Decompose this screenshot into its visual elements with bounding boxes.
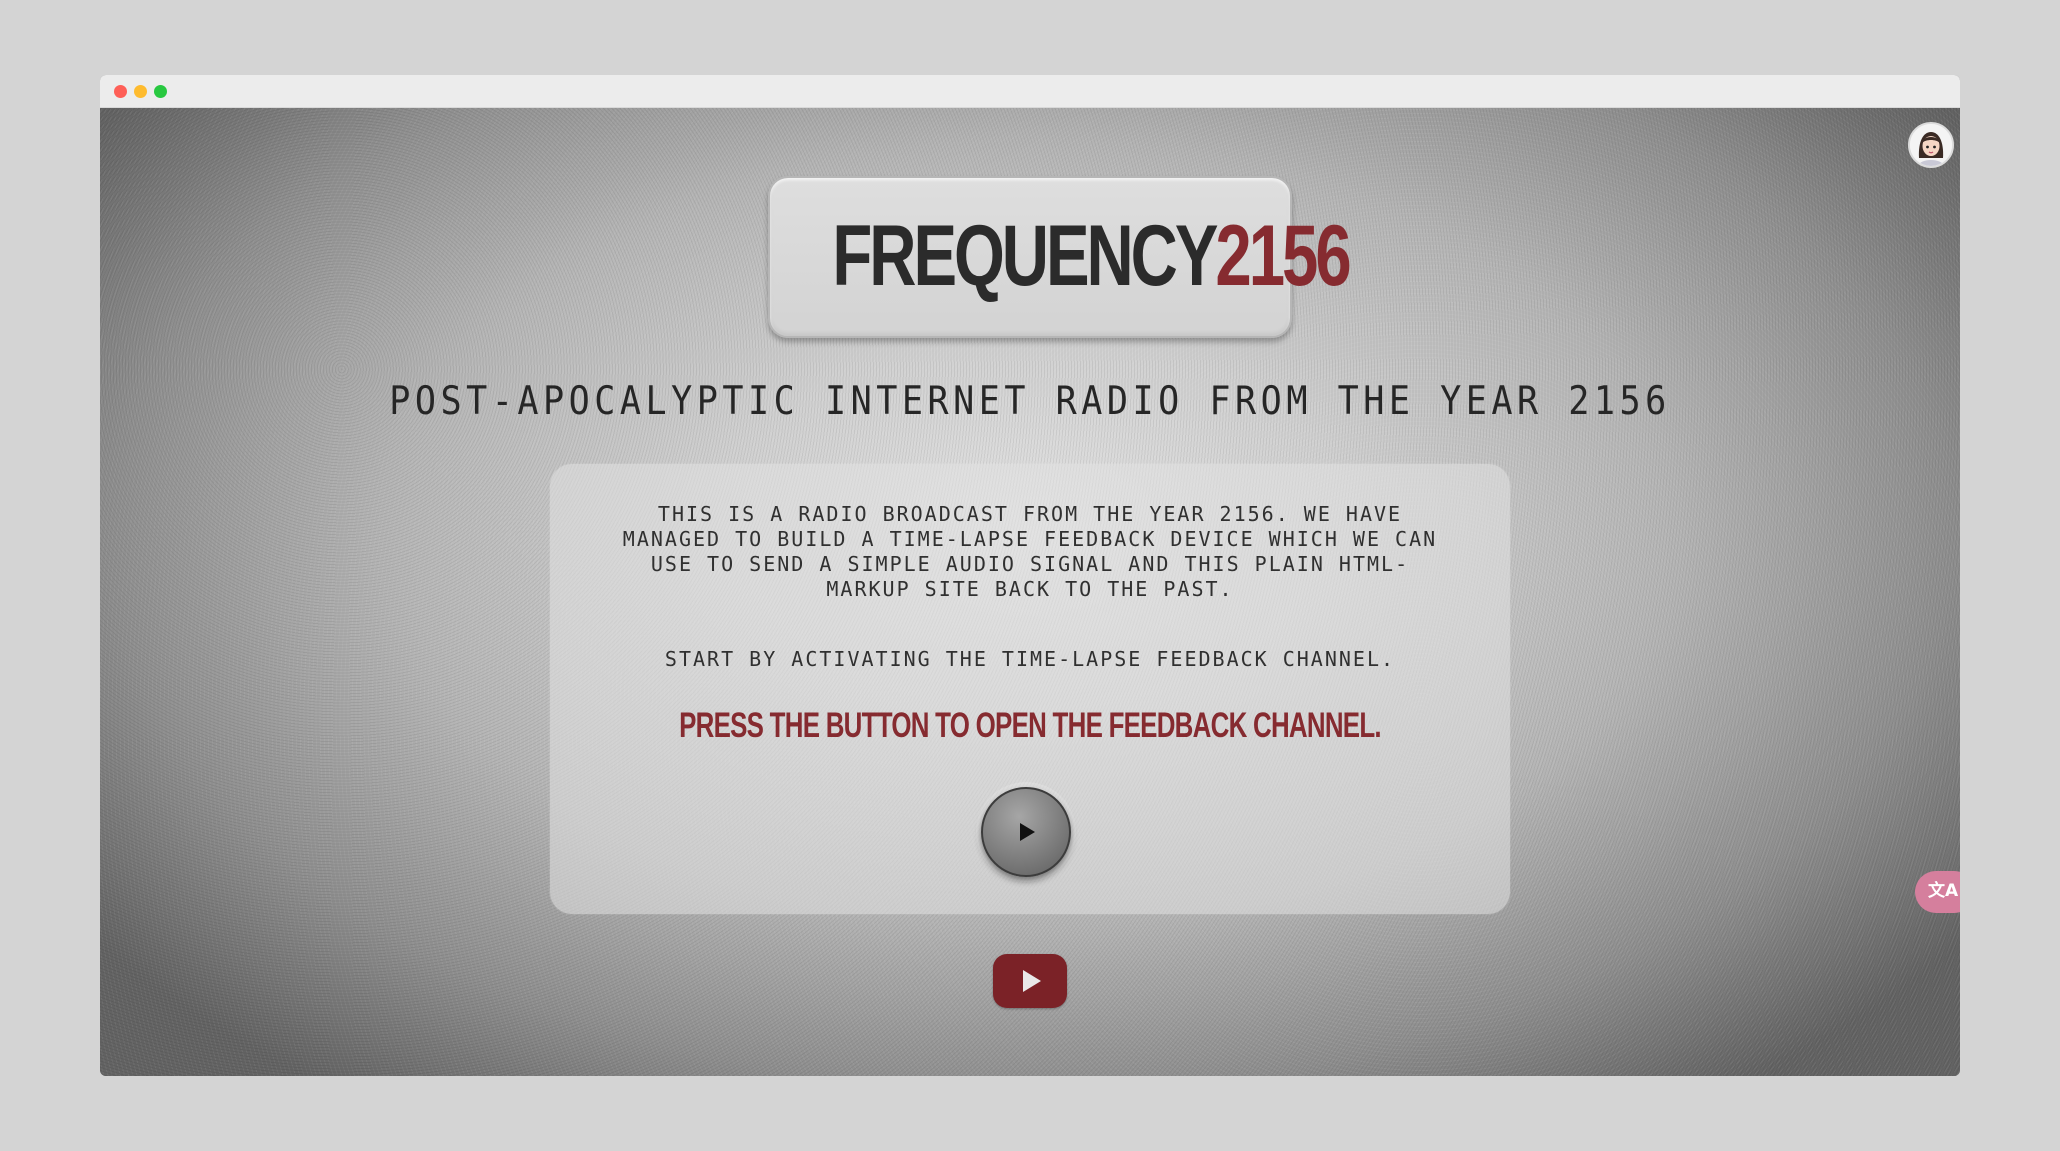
site-logo: FREQUENCY2156 (768, 176, 1352, 338)
logo-word: FREQUENCY (832, 208, 1218, 304)
avatar[interactable] (1908, 122, 1954, 168)
maximize-window-button[interactable] (154, 85, 167, 98)
minimize-window-button[interactable] (134, 85, 147, 98)
intro-text: THIS IS A RADIO BROADCAST FROM THE YEAR … (622, 502, 1438, 601)
avatar-icon (1910, 124, 1952, 166)
page-viewport: FREQUENCY2156 POST-APOCALYPTIC INTERNET … (100, 108, 1960, 1076)
start-instruction: START BY ACTIVATING THE TIME-LAPSE FEEDB… (664, 647, 1396, 671)
youtube-icon (1023, 970, 1041, 992)
logo-text: FREQUENCY2156 (832, 206, 1351, 306)
close-window-button[interactable] (114, 85, 127, 98)
play-icon (1020, 823, 1035, 841)
browser-window: FREQUENCY2156 POST-APOCALYPTIC INTERNET … (100, 75, 1960, 1076)
page-subtitle: POST-APOCALYPTIC INTERNET RADIO FROM THE… (389, 379, 1671, 424)
broadcast-panel: THIS IS A RADIO BROADCAST FROM THE YEAR … (550, 464, 1510, 914)
logo-number: 2156 (1215, 208, 1351, 304)
title-bar (100, 75, 1960, 108)
youtube-button[interactable] (993, 954, 1067, 1008)
translate-icon: 文A (1928, 881, 1959, 901)
call-to-action: PRESS THE BUTTON TO OPEN THE FEEDBACK CH… (679, 706, 1382, 745)
translate-extension-button[interactable]: 文A (1915, 871, 1960, 913)
play-button[interactable] (981, 787, 1071, 877)
